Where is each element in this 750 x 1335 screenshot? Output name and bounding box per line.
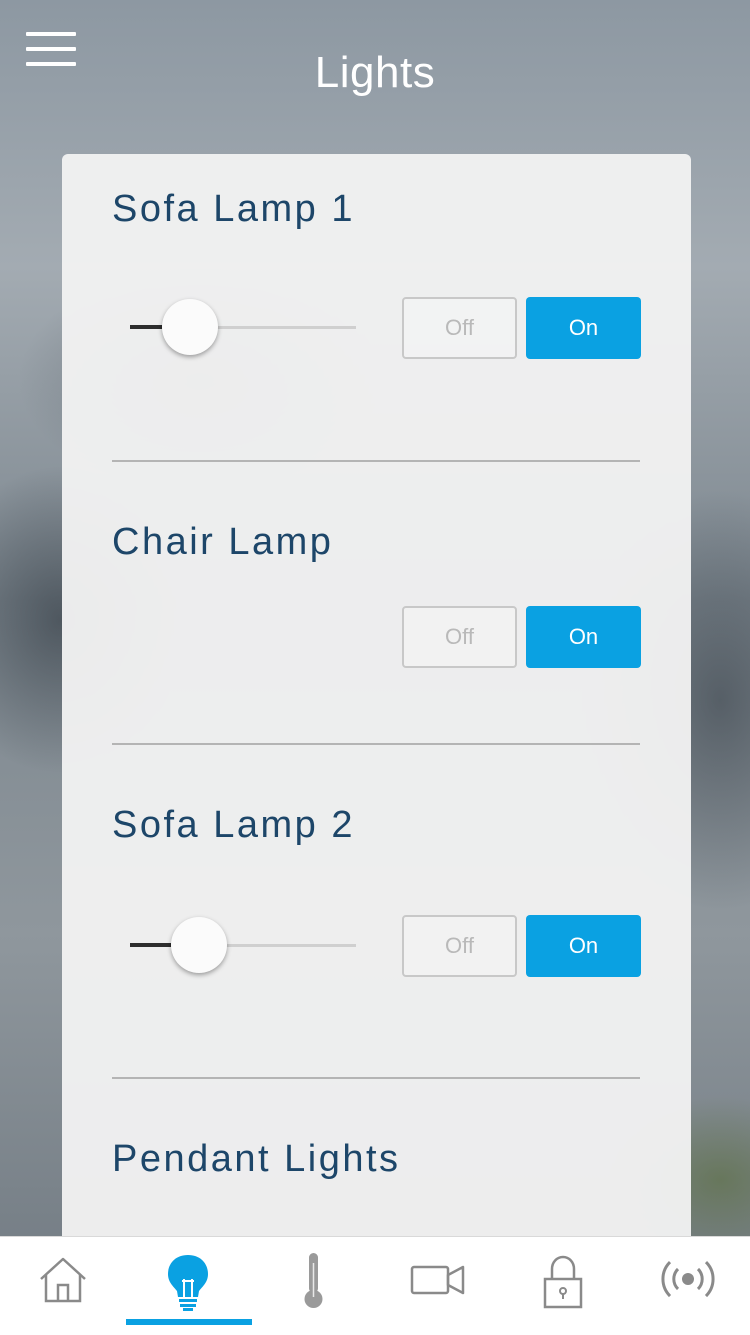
lights-panel[interactable]: Sofa Lamp 1 Off On Chair Lamp Off On Sof…	[62, 154, 691, 1244]
on-button[interactable]: On	[526, 606, 641, 668]
light-name: Pendant Lights	[112, 1138, 401, 1180]
off-button[interactable]: Off	[402, 915, 517, 977]
divider	[112, 743, 640, 745]
page-title: Lights	[314, 48, 436, 97]
slider-thumb[interactable]	[170, 917, 227, 973]
tab-climate[interactable]	[250, 1237, 375, 1335]
on-button[interactable]: On	[526, 297, 641, 359]
tab-cameras[interactable]	[375, 1237, 500, 1335]
thermometer-icon	[304, 1253, 322, 1308]
slider-fill	[130, 943, 171, 947]
light-bulb-icon	[167, 1255, 208, 1311]
off-button[interactable]: Off	[402, 606, 517, 668]
tab-locks[interactable]	[500, 1237, 625, 1335]
dimmer-slider[interactable]	[130, 298, 356, 358]
slider-thumb[interactable]	[161, 299, 218, 355]
tab-home[interactable]	[0, 1237, 125, 1335]
bottom-tab-bar	[0, 1236, 750, 1335]
wireless-signal-icon	[660, 1260, 715, 1298]
divider	[112, 1077, 640, 1079]
tab-sensors[interactable]	[625, 1237, 750, 1335]
active-tab-indicator	[126, 1319, 252, 1325]
video-camera-icon	[410, 1265, 464, 1295]
slider-fill	[130, 325, 162, 329]
on-button[interactable]: On	[526, 915, 641, 977]
light-name: Sofa Lamp 2	[112, 804, 355, 846]
off-button[interactable]: Off	[402, 297, 517, 359]
lock-icon	[543, 1255, 582, 1309]
home-icon	[39, 1257, 86, 1303]
divider	[112, 460, 640, 462]
dimmer-slider[interactable]	[130, 916, 356, 976]
light-name: Sofa Lamp 1	[112, 188, 355, 230]
light-name: Chair Lamp	[112, 521, 334, 563]
